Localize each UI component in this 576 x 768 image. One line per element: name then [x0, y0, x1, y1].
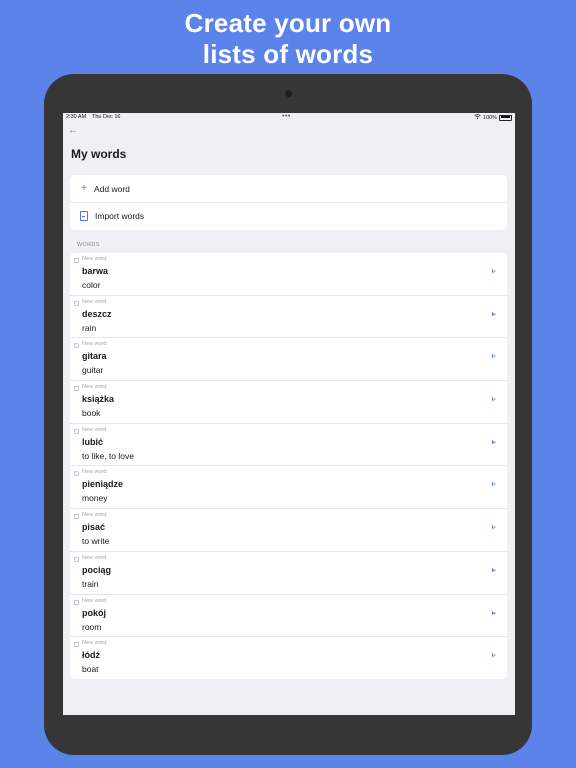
row-checkbox[interactable]: [74, 514, 79, 520]
page-title: My words: [71, 147, 127, 161]
word-text: deszcz: [82, 308, 112, 319]
row-checkbox[interactable]: [74, 300, 79, 306]
word-row-pokoj[interactable]: New word pokój room: [70, 595, 507, 638]
plus-icon: +: [81, 182, 87, 194]
battery-icon: [499, 114, 512, 121]
word-status: New word: [82, 384, 107, 391]
word-row-lubic[interactable]: New word lubić to like, to love: [70, 424, 507, 467]
word-text: gitara: [82, 351, 107, 362]
status-time: 2:30 AM: [66, 114, 87, 120]
camera-dot: [285, 90, 292, 97]
word-row-gitara[interactable]: New word gitara guitar: [70, 338, 507, 382]
row-checkbox[interactable]: [74, 386, 79, 392]
word-status: New word: [82, 469, 107, 476]
word-text: książka: [82, 394, 115, 405]
word-translation: color: [82, 280, 101, 290]
play-icon[interactable]: [492, 567, 496, 572]
status-date: Thu Dec 16: [92, 114, 121, 120]
word-text: łódź: [82, 650, 100, 661]
word-status: New word: [82, 298, 107, 305]
row-checkbox[interactable]: [74, 428, 79, 434]
row-checkbox[interactable]: [74, 556, 79, 562]
play-icon[interactable]: [492, 653, 496, 658]
word-row-deszcz[interactable]: New word deszcz rain: [70, 296, 507, 339]
word-status: New word: [82, 512, 107, 519]
word-text: pokój: [82, 607, 106, 618]
tablet-frame: 2:30 AM Thu Dec 16 ••• 100% ← My words +: [44, 74, 532, 755]
headline-line-2: lists of words: [202, 39, 374, 69]
word-translation: money: [82, 493, 108, 504]
word-row-pisac[interactable]: New word pisać to write: [70, 509, 507, 552]
word-translation: to like, to love: [82, 450, 134, 461]
word-status: New word: [82, 640, 107, 647]
play-icon[interactable]: [492, 610, 496, 615]
back-arrow-icon[interactable]: ←: [68, 126, 78, 136]
word-row-barwa[interactable]: New word barwa color: [70, 253, 507, 296]
word-status: New word: [82, 554, 107, 561]
word-translation: train: [82, 578, 99, 589]
document-icon: [80, 210, 88, 221]
row-checkbox[interactable]: [74, 642, 79, 648]
word-text: pisać: [82, 522, 106, 533]
play-icon[interactable]: [492, 525, 496, 530]
play-icon[interactable]: [492, 397, 496, 402]
status-bar: 2:30 AM Thu Dec 16 ••• 100%: [63, 113, 515, 122]
word-text: pieniądze: [82, 479, 124, 490]
word-text: pociąg: [82, 564, 112, 575]
promo-headline: Create your own lists of words: [0, 8, 576, 70]
word-row-pieniadze[interactable]: New word pieniądze money: [70, 466, 507, 510]
word-row-ksiazka[interactable]: New word książka book: [70, 381, 507, 424]
play-icon[interactable]: [492, 311, 496, 316]
word-translation: guitar: [82, 365, 104, 376]
word-translation: boat: [82, 664, 99, 675]
word-status: New word: [82, 341, 107, 348]
word-text: lubić: [82, 436, 104, 447]
word-translation: room: [82, 621, 102, 632]
multitasking-dots[interactable]: •••: [282, 113, 291, 120]
word-translation: rain: [82, 322, 97, 333]
words-section-header: WORDS: [77, 242, 100, 248]
status-right: 100%: [474, 114, 512, 121]
word-status: New word: [82, 256, 107, 262]
import-words-button[interactable]: Import words: [70, 202, 507, 229]
row-checkbox[interactable]: [74, 258, 79, 263]
word-row-lodz[interactable]: New word łódź boat: [70, 637, 507, 679]
actions-card: + Add word Import words: [70, 175, 507, 230]
add-word-label: Add word: [94, 183, 130, 194]
row-checkbox[interactable]: [74, 599, 79, 605]
row-checkbox[interactable]: [74, 471, 79, 477]
word-status: New word: [82, 426, 107, 433]
battery-percent: 100%: [482, 114, 497, 121]
play-icon[interactable]: [492, 439, 496, 444]
play-icon[interactable]: [492, 482, 496, 487]
add-word-button[interactable]: + Add word: [70, 175, 507, 203]
wifi-icon: [474, 114, 481, 121]
headline-line-1: Create your own: [184, 8, 392, 38]
word-translation: to write: [82, 536, 110, 547]
row-checkbox[interactable]: [74, 343, 79, 349]
play-icon[interactable]: [492, 354, 496, 359]
word-row-pociag[interactable]: New word pociąg train: [70, 552, 507, 595]
word-text: barwa: [82, 266, 109, 276]
play-icon[interactable]: [492, 269, 496, 273]
import-words-label: Import words: [95, 210, 145, 221]
words-list: New word barwa color New word deszcz rai…: [70, 253, 507, 679]
word-translation: book: [82, 408, 101, 419]
word-status: New word: [82, 597, 107, 604]
app-screen: 2:30 AM Thu Dec 16 ••• 100% ← My words +: [63, 113, 515, 715]
